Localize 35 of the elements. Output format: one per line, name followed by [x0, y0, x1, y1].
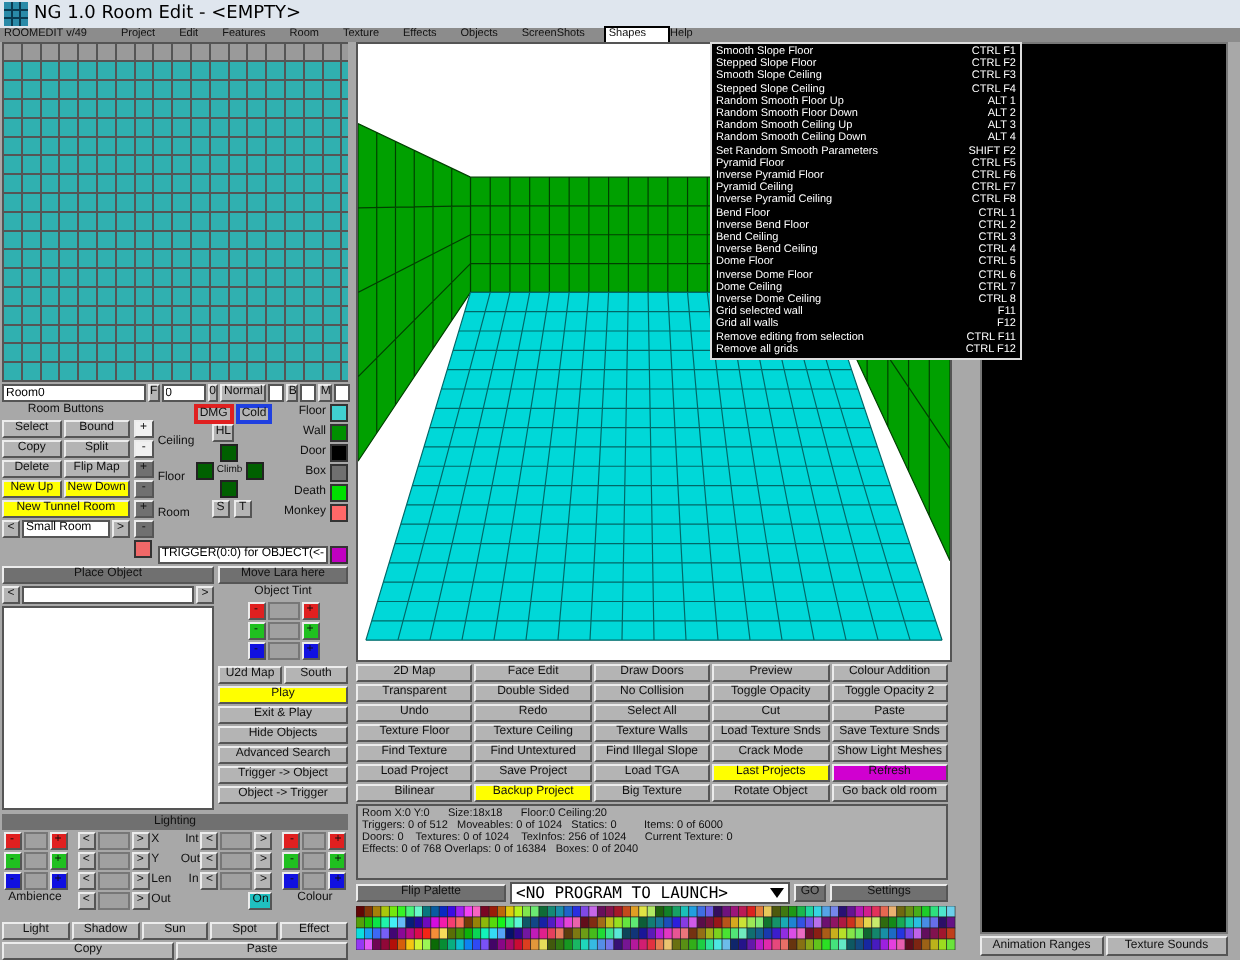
value-field[interactable] [97, 832, 130, 850]
window-title: NG 1.0 Room Edit - <EMPTY> [34, 4, 302, 24]
value-field[interactable] [302, 872, 327, 890]
object-field[interactable] [22, 586, 194, 604]
value-field[interactable] [220, 832, 253, 850]
caret-icon [770, 888, 784, 898]
program-dropdown[interactable]: <NO PROGRAM TO LAUNCH> [510, 882, 790, 904]
app-icon [4, 2, 28, 26]
value-field[interactable] [220, 852, 253, 870]
value-field[interactable] [23, 872, 47, 890]
value-field[interactable] [267, 622, 299, 640]
palette-drawing[interactable] [356, 906, 956, 950]
value-field[interactable] [23, 832, 47, 850]
climb-toggle[interactable] [245, 462, 264, 480]
value-field[interactable] [267, 602, 299, 620]
color-swatch[interactable] [330, 546, 348, 564]
value-field[interactable] [302, 832, 327, 850]
color-swatch[interactable] [330, 424, 348, 442]
value-field[interactable] [97, 852, 130, 870]
color-swatch[interactable] [133, 540, 152, 558]
value-field[interactable] [97, 872, 130, 890]
value-field[interactable] [220, 872, 253, 890]
value-field[interactable] [23, 852, 47, 870]
value-field[interactable] [302, 852, 327, 870]
color-swatch[interactable] [330, 504, 348, 522]
climb-toggle[interactable] [220, 480, 239, 498]
color-swatch[interactable] [330, 464, 348, 482]
climb-toggle[interactable] [195, 462, 214, 480]
color-swatch[interactable] [330, 444, 348, 462]
climb-toggle[interactable] [220, 444, 239, 462]
value-field[interactable] [97, 892, 130, 910]
object-list[interactable] [2, 606, 214, 810]
color-swatch[interactable] [330, 404, 348, 422]
color-swatch[interactable] [330, 484, 348, 502]
value-field[interactable] [267, 642, 299, 660]
